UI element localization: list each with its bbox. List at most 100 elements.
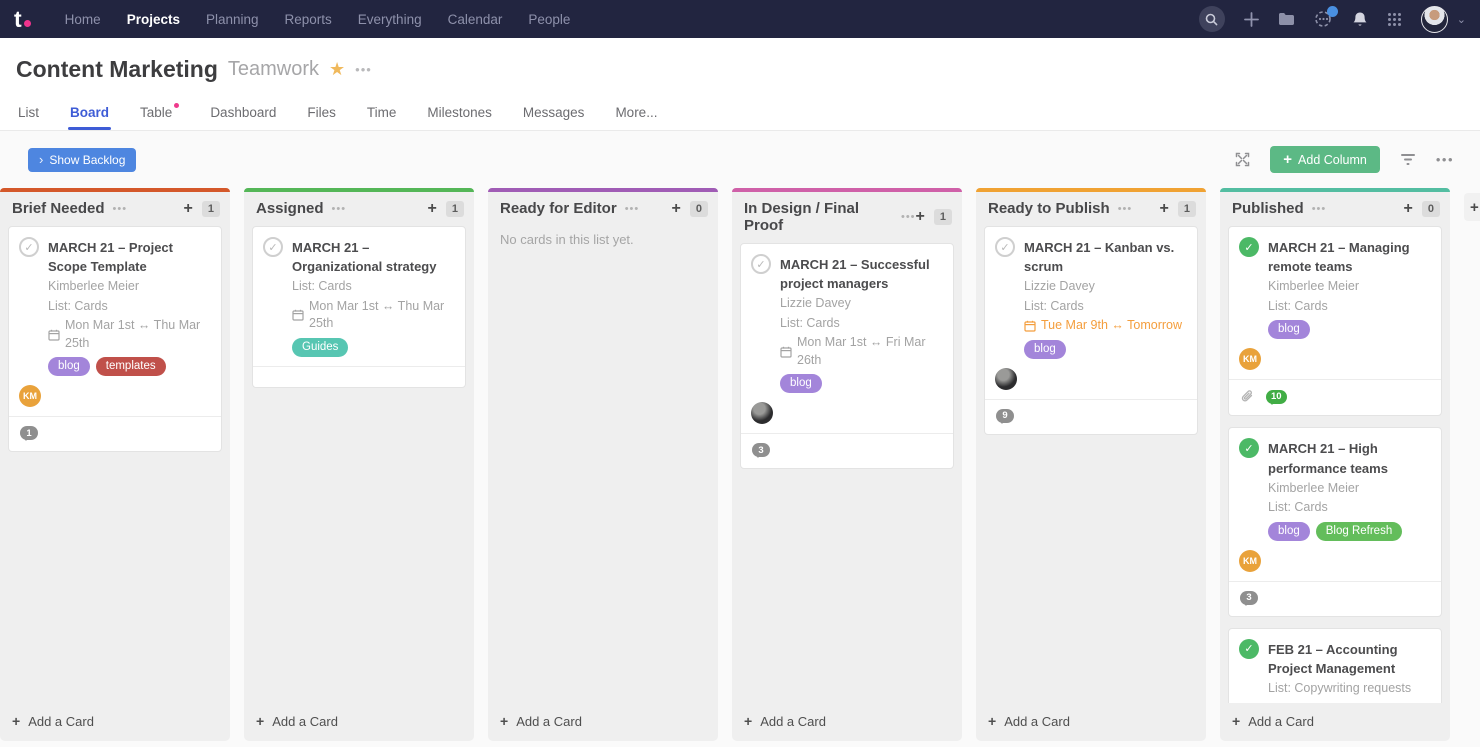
star-icon[interactable]: ★ xyxy=(329,59,345,80)
filter-icon[interactable] xyxy=(1400,153,1416,166)
add-card-button[interactable]: + Add a Card xyxy=(976,703,1206,741)
tab-time[interactable]: Time xyxy=(365,97,399,130)
card-footer: 10 xyxy=(1239,380,1431,411)
add-column-button[interactable]: + Add Column xyxy=(1270,146,1380,173)
column-add-icon[interactable]: + xyxy=(672,200,681,217)
card-list: List: Cards xyxy=(1268,500,1328,515)
task-card[interactable]: ✓ MARCH 21 – Kanban vs. scrum Lizzie Davey… xyxy=(984,226,1198,435)
nav-item-planning[interactable]: Planning xyxy=(196,3,269,36)
tag-blog[interactable]: blog xyxy=(1268,320,1310,340)
card-footer: 3 xyxy=(1239,582,1431,612)
column-more-icon[interactable]: ••• xyxy=(113,203,128,215)
title-more-icon[interactable]: ••• xyxy=(355,62,372,77)
apps-grid-icon[interactable] xyxy=(1387,12,1402,27)
column-add-icon[interactable]: + xyxy=(184,200,193,217)
comment-count-bubble[interactable]: 10 xyxy=(1266,389,1287,405)
plus-icon[interactable] xyxy=(1243,11,1259,27)
check-open-icon[interactable]: ✓ xyxy=(263,237,283,257)
card-assignee: Kimberlee Meier xyxy=(1268,480,1360,495)
tab-dashboard[interactable]: Dashboard xyxy=(208,97,278,130)
tag-blog[interactable]: blog xyxy=(48,357,90,377)
column-add-icon[interactable]: + xyxy=(1160,200,1169,217)
column-more-icon[interactable]: ••• xyxy=(625,203,640,215)
card-tags: Guides xyxy=(263,337,455,357)
tag-blog[interactable]: blog xyxy=(780,374,822,394)
task-card[interactable]: ✓ MARCH 21 – Project Scope Template Kimber… xyxy=(8,226,222,453)
nav-item-calendar[interactable]: Calendar xyxy=(438,3,513,36)
comment-count-bubble[interactable]: 9 xyxy=(996,408,1014,424)
card-head: ✓ MARCH 21 – Organizational strategy xyxy=(263,236,455,276)
check-open-icon[interactable]: ✓ xyxy=(751,254,771,274)
column-count-badge: 1 xyxy=(933,209,952,225)
check-done-icon[interactable]: ✓ xyxy=(1239,438,1259,459)
check-done-icon[interactable]: ✓ xyxy=(1239,237,1259,257)
tag-blog[interactable]: blog xyxy=(1268,521,1310,541)
show-backlog-button[interactable]: › Show Backlog xyxy=(28,147,137,172)
nav-item-everything[interactable]: Everything xyxy=(348,3,432,36)
tab-messages[interactable]: Messages xyxy=(521,97,587,130)
tab-more[interactable]: More... xyxy=(613,97,659,130)
card-avatar-row: KM xyxy=(1239,348,1431,371)
folder-icon[interactable] xyxy=(1278,12,1295,26)
task-card[interactable]: ✓ FEB 21 – Accounting Project Management L… xyxy=(1228,627,1442,703)
column-more-icon[interactable]: ••• xyxy=(901,211,916,223)
task-card[interactable]: ✓ MARCH 21 – Managing remote teams Kimberl… xyxy=(1228,226,1442,417)
tab-list[interactable]: List xyxy=(16,97,41,130)
card-list: List: Copywriting requests xyxy=(1268,681,1412,696)
nav-item-people[interactable]: People xyxy=(518,3,580,36)
card-footer: 1 xyxy=(19,417,211,447)
tab-milestones[interactable]: Milestones xyxy=(425,97,494,130)
card-date-text: Tue Mar 9th ↔ Tomorrow xyxy=(1041,318,1183,333)
check-open-icon[interactable]: ✓ xyxy=(995,237,1015,257)
search-icon[interactable] xyxy=(1198,6,1225,32)
tag-templates[interactable]: templates xyxy=(95,357,166,377)
add-card-label: Add a Card xyxy=(516,713,582,729)
task-card[interactable]: ✓ MARCH 21 – Organizational strategy List:… xyxy=(252,226,466,388)
tab-files[interactable]: Files xyxy=(305,97,338,130)
task-card[interactable]: ✓ MARCH 21 – High performance teams Kimber… xyxy=(1228,427,1442,617)
nav-item-home[interactable]: Home xyxy=(55,3,111,36)
show-backlog-label: Show Backlog xyxy=(49,152,126,167)
column-more-icon[interactable]: ••• xyxy=(1118,203,1133,215)
check-done-icon[interactable]: ✓ xyxy=(1239,638,1259,659)
add-card-button[interactable]: + Add a Card xyxy=(244,703,474,741)
bubble-tail xyxy=(23,437,29,444)
add-card-button[interactable]: + Add a Card xyxy=(488,703,718,741)
check-open-icon[interactable]: ✓ xyxy=(19,237,39,257)
nav-item-projects[interactable]: Projects xyxy=(117,3,190,36)
add-card-button[interactable]: + Add a Card xyxy=(1220,703,1450,741)
add-card-button[interactable]: + Add a Card xyxy=(732,703,962,741)
card-date-text: Mon Mar 1st ↔ Thu Mar 25th xyxy=(309,298,445,331)
add-card-button[interactable]: + Add a Card xyxy=(0,703,230,741)
bell-icon[interactable] xyxy=(1352,11,1368,28)
nav-item-reports[interactable]: Reports xyxy=(275,3,342,36)
column-in-design-final-proof: In Design / Final Proof ••• +1 ✓ MARCH 21 – … xyxy=(732,188,962,741)
task-card[interactable]: ✓ MARCH 21 – Successful project managers L… xyxy=(740,243,954,470)
tab-board[interactable]: Board xyxy=(68,97,112,130)
column-more-icon[interactable]: ••• xyxy=(1312,203,1327,215)
column-add-icon[interactable]: + xyxy=(916,209,925,225)
card-meta: List: Cards Mon Mar 1st ↔ Thu Mar 25th xyxy=(263,278,455,333)
tag-guides[interactable]: Guides xyxy=(292,337,349,357)
card-tags: blog xyxy=(995,339,1187,359)
column-more-icon[interactable]: ••• xyxy=(332,203,347,215)
comment-count-bubble[interactable]: 1 xyxy=(20,426,38,442)
column-published: Published ••• +0 ✓ MARCH 21 – Managing remot… xyxy=(1220,188,1450,741)
column-add-icon[interactable]: + xyxy=(1404,200,1413,217)
tab-table[interactable]: Table xyxy=(138,97,181,130)
teamwork-logo[interactable]: t xyxy=(14,7,31,31)
column-assigned: Assigned ••• +1 ✓ MARCH 21 – Organizational … xyxy=(244,188,474,741)
user-avatar[interactable] xyxy=(1420,5,1448,33)
tag-blog-refresh[interactable]: Blog Refresh xyxy=(1315,521,1403,541)
comment-count-bubble[interactable]: 3 xyxy=(1240,590,1258,606)
tag-blog[interactable]: blog xyxy=(1024,339,1066,359)
comment-count-bubble[interactable]: 3 xyxy=(752,443,770,459)
card-meta: List: Copywriting requests xyxy=(1239,680,1431,698)
card-title: MARCH 21 – Project Scope Template xyxy=(48,240,173,275)
chat-icon[interactable] xyxy=(1314,6,1338,28)
board-more-icon[interactable]: ••• xyxy=(1436,152,1454,167)
column-header: Ready to Publish ••• +1 xyxy=(976,192,1206,221)
chevron-down-icon[interactable]: ⌄ xyxy=(1457,13,1466,26)
expand-board-icon[interactable] xyxy=(1235,152,1250,167)
column-add-icon[interactable]: + xyxy=(428,200,437,217)
